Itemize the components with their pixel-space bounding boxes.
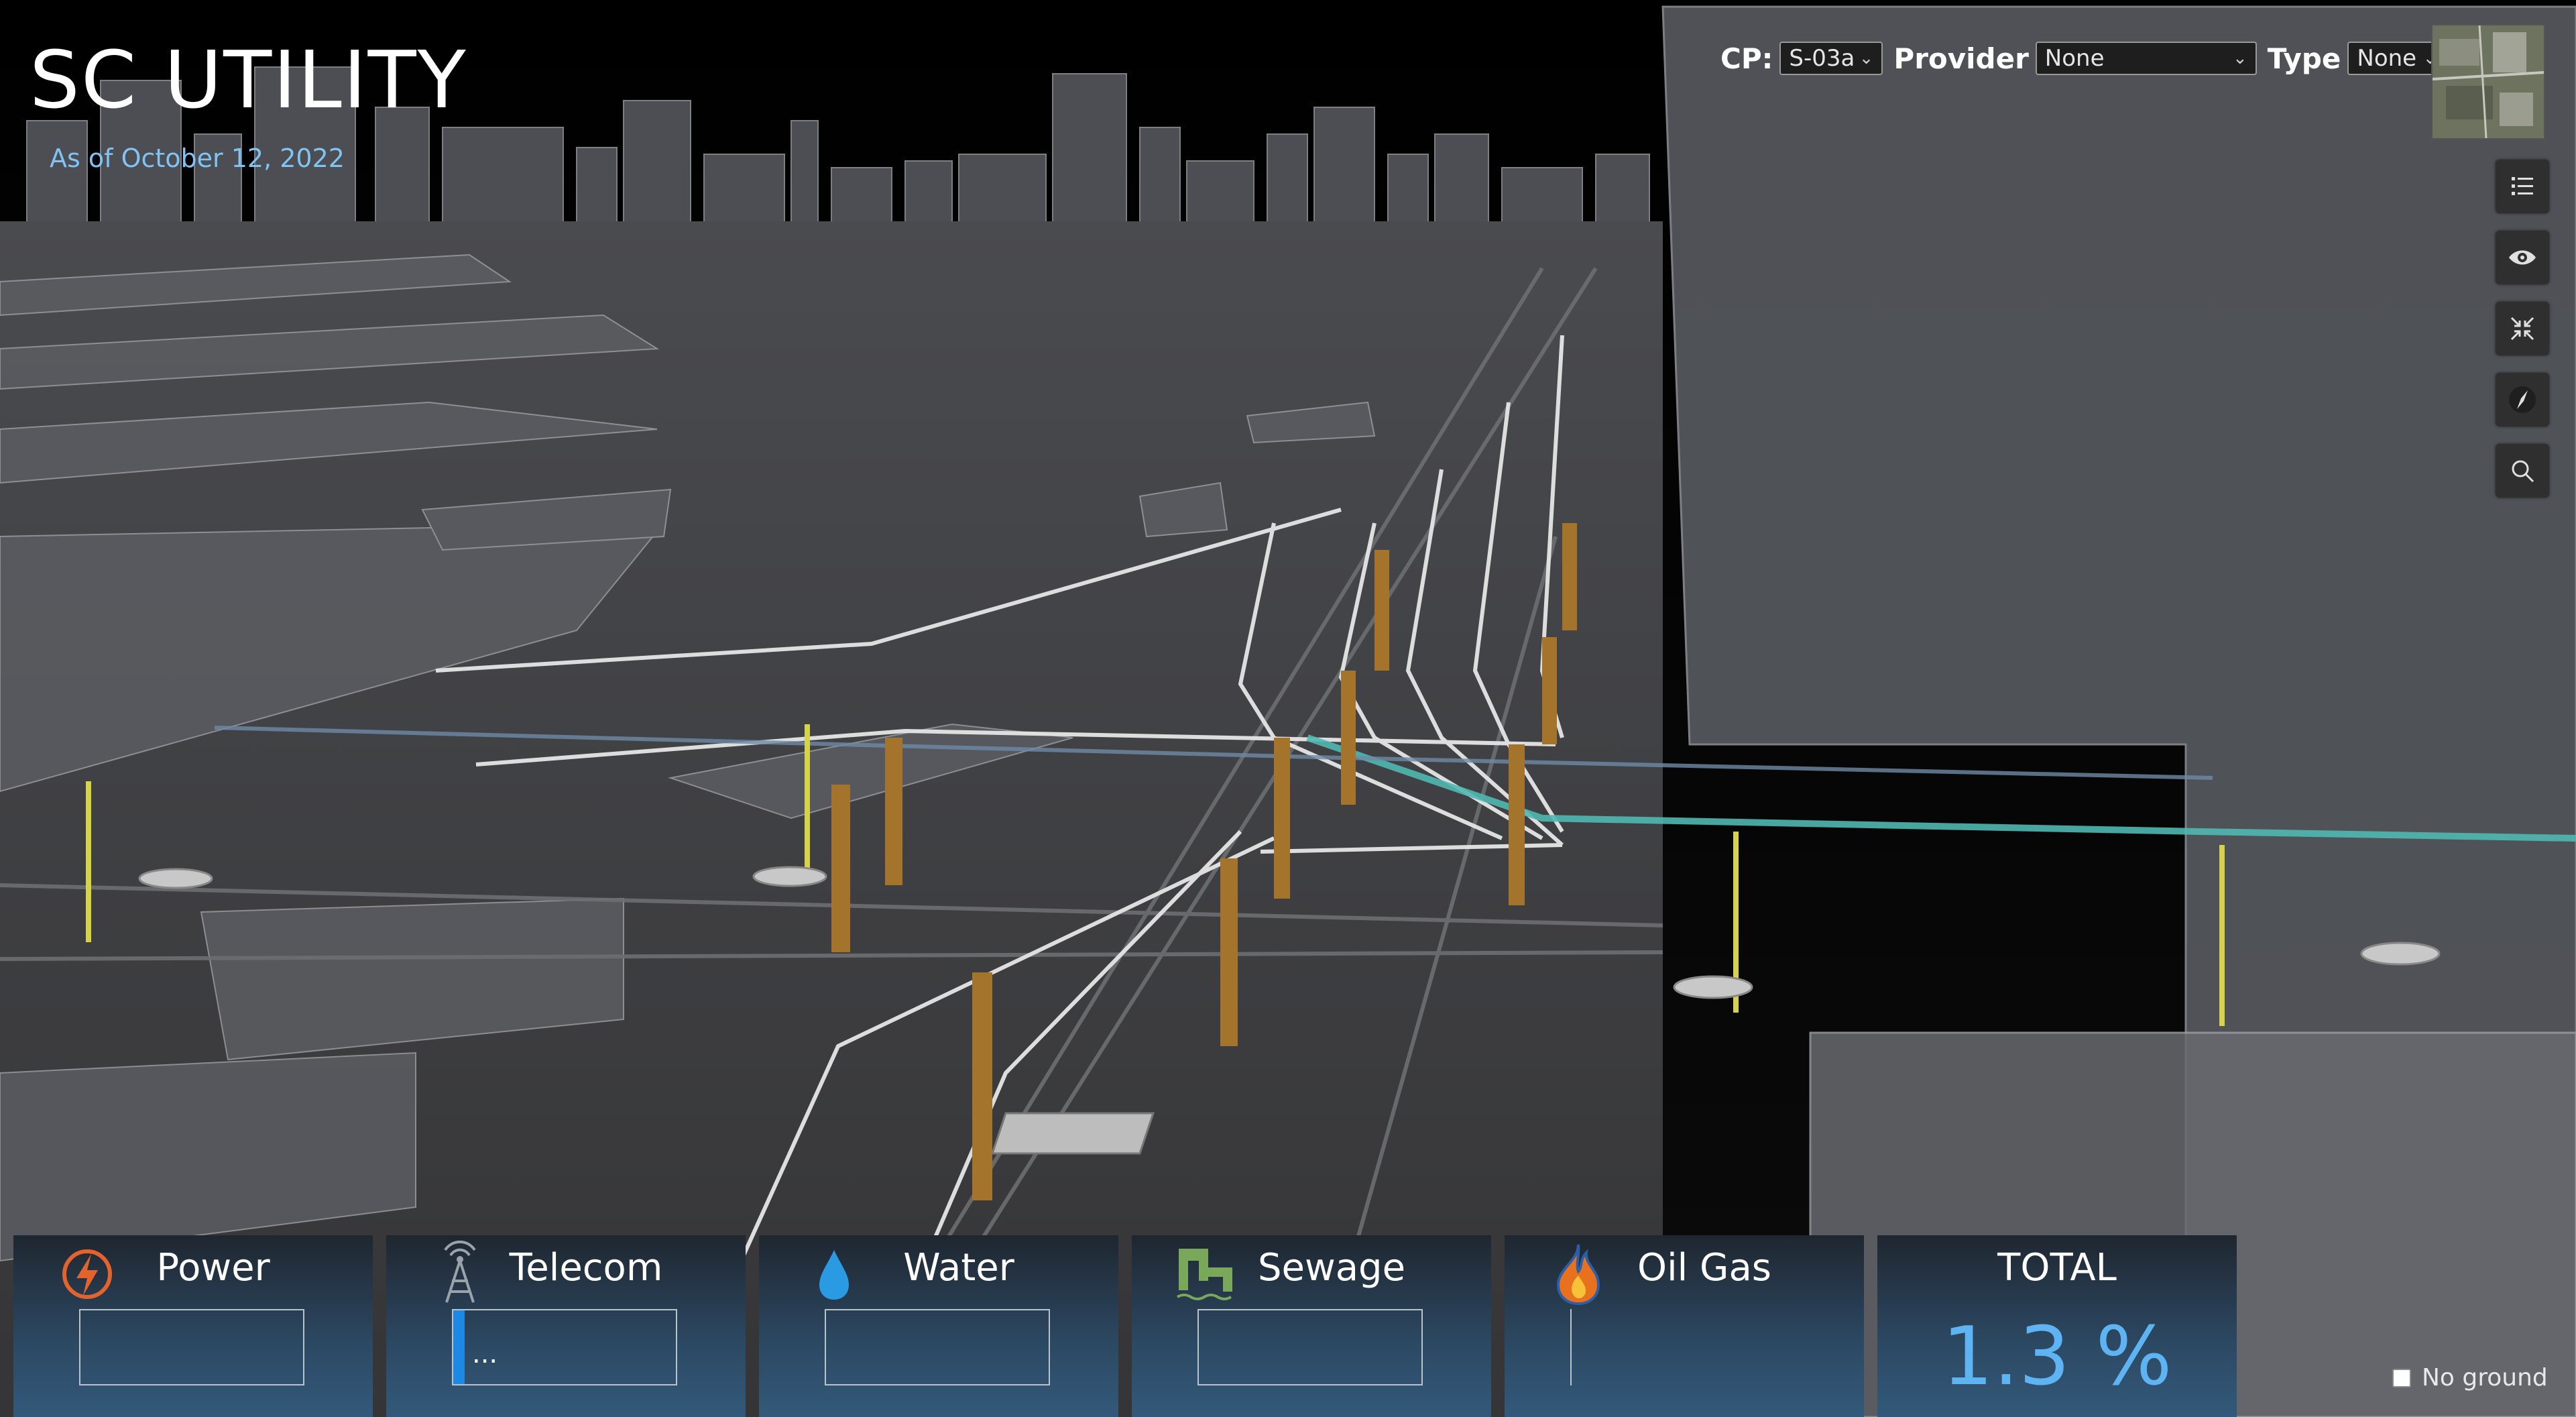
collapse-icon [2510,317,2534,341]
search-button[interactable] [2496,444,2549,498]
layer-visibility-button[interactable] [2496,231,2549,284]
provider-select[interactable]: None ⌄ [2035,42,2257,75]
no-ground-checkbox[interactable] [2392,1368,2411,1387]
telecom-progress-bar: ... [452,1309,677,1385]
compass-button[interactable] [2496,373,2549,427]
telecom-label: Telecom [509,1246,663,1290]
no-ground-label: No ground [2422,1364,2548,1392]
app-title: SC UTILITY [30,34,467,126]
power-label: Power [156,1246,270,1290]
search-icon [2512,460,2534,483]
legend-list-button[interactable] [2496,160,2549,213]
no-ground-toggle[interactable]: No ground [2392,1364,2548,1392]
oil-gas-progress-marker [1570,1309,1572,1385]
eye-icon [2509,250,2536,265]
total-value: 1.3 % [1942,1310,2172,1404]
map-toolbar [2496,160,2549,515]
overview-minimap[interactable] [2431,24,2545,139]
sewage-progress-bar [1197,1309,1423,1385]
sewage-label: Sewage [1257,1246,1406,1290]
telecom-loading-indicator: ... [472,1339,498,1369]
cp-select[interactable]: S-03a ⌄ [1779,42,1883,75]
type-label: Type [2267,42,2341,75]
cp-select-value: S-03a [1789,45,1855,72]
oil-gas-progress-bar [1570,1309,1796,1385]
app-root: SC UTILITY As of October 12, 2022 CP: S-… [0,0,2576,1417]
compass-icon [2509,386,2536,413]
filter-bar: CP: S-03a ⌄ Provider None ⌄ Type None ⌄ [1720,42,2457,75]
total-label: TOTAL [1997,1246,2117,1290]
list-icon [2512,177,2533,195]
type-select-value: None [2357,45,2417,72]
telecom-progress-fill [453,1310,465,1384]
total-panel: TOTAL 1.3 % [1877,1235,2237,1417]
3d-scene-view[interactable] [0,0,2576,1417]
sewage-panel[interactable]: Sewage [1132,1235,1491,1417]
cp-label: CP: [1720,42,1773,75]
oil-gas-label: Oil Gas [1637,1246,1771,1290]
collapse-view-button[interactable] [2496,302,2549,355]
telecom-panel[interactable]: Telecom ... [386,1235,746,1417]
satellite-map-thumbnail [2433,25,2544,138]
power-panel[interactable]: Power [13,1235,373,1417]
power-progress-bar [79,1309,304,1385]
chevron-down-icon: ⌄ [1859,48,1874,68]
as-of-date: As of October 12, 2022 [50,144,345,173]
water-panel[interactable]: Water [759,1235,1118,1417]
water-progress-bar [825,1309,1050,1385]
water-label: Water [903,1246,1014,1290]
chevron-down-icon: ⌄ [2233,48,2247,68]
provider-label: Provider [1893,42,2029,75]
provider-select-value: None [2044,45,2105,72]
oil-gas-panel[interactable]: Oil Gas [1505,1235,1864,1417]
